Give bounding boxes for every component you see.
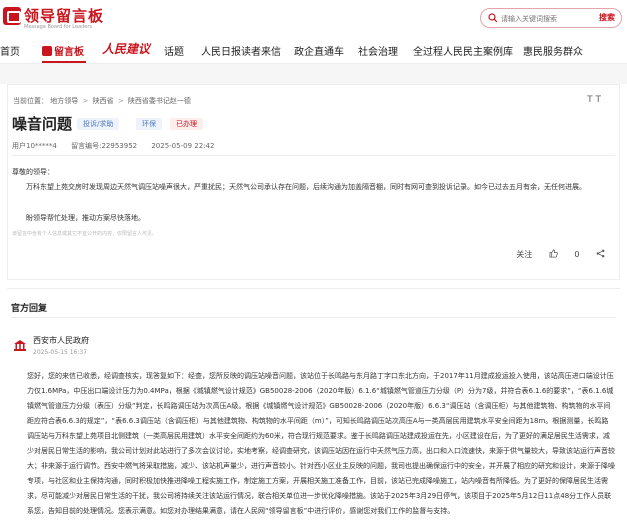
search-icon bbox=[488, 13, 498, 23]
nav-readers-letters[interactable]: 人民日报读者来信 bbox=[201, 43, 281, 58]
main-nav: 首页 留言板 人民建议 话题 人民日报读者来信 政企直通车 社会治理 全过程人民… bbox=[0, 36, 627, 64]
message-board-icon bbox=[42, 46, 52, 56]
breadcrumb-item[interactable]: 陕西省 bbox=[93, 97, 114, 105]
message-user: 用户10*****4 bbox=[12, 142, 57, 150]
page-background-band bbox=[0, 64, 627, 84]
message-id: 留言编号:22953952 bbox=[71, 142, 138, 150]
privacy-notice: 该留言中含有个人信息或其它不宜公开的内容，仅限留言人可见。 bbox=[12, 231, 158, 237]
nav-message-board[interactable]: 留言板 bbox=[42, 43, 84, 58]
nav-home[interactable]: 首页 bbox=[0, 43, 20, 58]
thumb-up-icon bbox=[549, 249, 558, 258]
message-greeting: 尊敬的领导： bbox=[12, 168, 54, 176]
search-input[interactable] bbox=[501, 12, 583, 25]
share-icon bbox=[596, 249, 605, 258]
tag-field: 环保 bbox=[136, 118, 162, 130]
message-actions: 关注 0 bbox=[502, 249, 605, 260]
breadcrumb-item[interactable]: 陕西省委书记赵一德 bbox=[128, 97, 191, 105]
like-count: 0 bbox=[574, 250, 580, 259]
breadcrumb-separator-icon: > bbox=[82, 97, 89, 105]
site-logo[interactable]: 领导留言板 Message Board for Leaders bbox=[3, 5, 113, 31]
logo-mark-icon bbox=[3, 7, 21, 25]
site-header: 领导留言板 Message Board for Leaders 搜索 bbox=[0, 0, 627, 36]
font-size-toggle[interactable]: T T bbox=[587, 95, 601, 105]
official-reply-section: 官方回复 西安市人民政府 2025-05-15 16:37 您好，您的来信已收悉… bbox=[7, 288, 620, 528]
nav-topics[interactable]: 话题 bbox=[164, 43, 184, 58]
reply-org-name: 西安市人民政府 bbox=[33, 336, 89, 345]
message-date: 2025-05-09 22:42 bbox=[151, 142, 215, 150]
status-badge: 已办理 bbox=[170, 118, 203, 130]
message-title: 噪音问题 bbox=[12, 115, 73, 133]
message-closing: 盼领导帮忙处理，推动方案尽快落地。 bbox=[26, 214, 145, 222]
follow-button[interactable]: 关注 bbox=[516, 250, 532, 259]
tag-type: 投诉/求助 bbox=[77, 118, 120, 130]
logo-subtitle: Message Board for Leaders bbox=[24, 24, 93, 30]
message-card: 当前位置： 地方领导 > 陕西省 > 陕西省委书记赵一德 T T 噪音问题 投诉… bbox=[7, 84, 620, 280]
official-reply-title: 官方回复 bbox=[11, 304, 48, 314]
nav-democracy-cases[interactable]: 全过程人民民主案例库 bbox=[413, 43, 513, 58]
nav-social-governance[interactable]: 社会治理 bbox=[358, 43, 398, 58]
official-reply-text: 您好，您的来信已收悉，经调查核实，现答复如下：经查，您所反映的调压站噪音问题，该… bbox=[27, 372, 615, 515]
nav-people-suggestions[interactable]: 人民建议 bbox=[102, 40, 150, 57]
breadcrumb: 当前位置： 地方领导 > 陕西省 > 陕西省委书记赵一德 bbox=[13, 96, 191, 106]
breadcrumb-separator-icon: > bbox=[117, 97, 124, 105]
message-body: 万科东望上苑交房时发现周边天然气调压站噪声很大，严重扰民；天然气公司承认存在问题… bbox=[26, 183, 586, 191]
search-button[interactable]: 搜索 bbox=[599, 12, 615, 23]
meta-divider bbox=[12, 155, 615, 156]
share-button[interactable] bbox=[596, 249, 605, 259]
official-divider bbox=[11, 317, 616, 318]
reply-time: 2025-05-15 16:37 bbox=[33, 349, 88, 356]
nav-enterprise-express[interactable]: 政企直通车 bbox=[294, 43, 344, 58]
message-meta: 用户10*****4 留言编号:22953952 2025-05-09 22:4… bbox=[12, 141, 226, 151]
nav-public-service[interactable]: 惠民服务群众 bbox=[523, 43, 583, 58]
breadcrumb-item[interactable]: 地方领导 bbox=[50, 97, 78, 105]
logo-title: 领导留言板 bbox=[24, 7, 105, 25]
breadcrumb-prefix: 当前位置： bbox=[13, 97, 48, 105]
like-button[interactable]: 0 bbox=[549, 249, 582, 259]
search-box: 搜索 bbox=[480, 8, 622, 28]
government-emblem-icon bbox=[14, 340, 26, 351]
nav-active-underline bbox=[42, 61, 86, 63]
